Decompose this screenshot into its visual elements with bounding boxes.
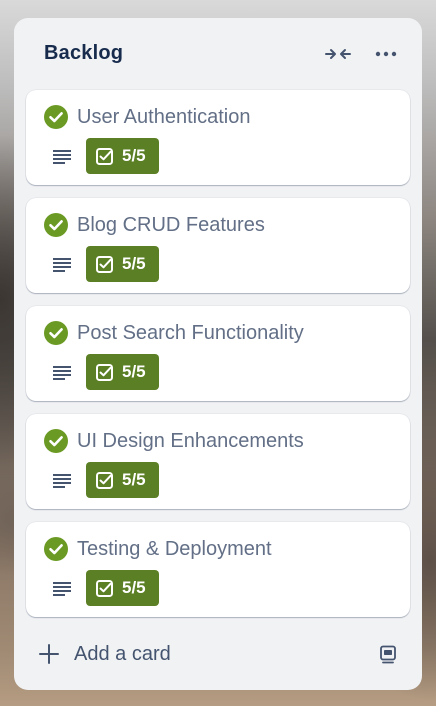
description-icon xyxy=(53,366,71,380)
complete-check-icon[interactable] xyxy=(44,321,68,345)
card-title: Blog CRUD Features xyxy=(77,214,265,236)
card[interactable]: Blog CRUD Features 5/5 xyxy=(26,198,410,293)
add-card-label: Add a card xyxy=(74,642,171,665)
checklist-icon xyxy=(96,471,113,489)
backlog-list: Backlog User Authentication 5/5 Blog CRUD … xyxy=(14,18,422,690)
card-title: Testing & Deployment xyxy=(77,538,272,560)
checklist-count: 5/5 xyxy=(122,470,146,489)
complete-check-icon[interactable] xyxy=(44,537,68,561)
checklist-badge: 5/5 xyxy=(86,246,159,282)
list-header: Backlog xyxy=(14,18,422,90)
description-icon xyxy=(53,258,71,272)
checklist-badge: 5/5 xyxy=(86,138,159,174)
checklist-count: 5/5 xyxy=(122,578,146,597)
checklist-count: 5/5 xyxy=(122,362,146,381)
description-icon xyxy=(53,582,71,596)
collapse-icon xyxy=(325,49,351,59)
checklist-badge: 5/5 xyxy=(86,570,159,606)
description-icon xyxy=(53,474,71,488)
card[interactable]: UI Design Enhancements 5/5 xyxy=(26,414,410,509)
collapse-list-button[interactable] xyxy=(322,38,354,70)
list-actions-button[interactable] xyxy=(370,38,402,70)
card-title: UI Design Enhancements xyxy=(77,430,304,452)
checklist-badge: 5/5 xyxy=(86,354,159,390)
plus-icon xyxy=(39,644,59,664)
checklist-icon xyxy=(96,579,113,597)
card[interactable]: Post Search Functionality 5/5 xyxy=(26,306,410,401)
card-title: Post Search Functionality xyxy=(77,322,304,344)
complete-check-icon[interactable] xyxy=(44,105,68,129)
checklist-icon xyxy=(96,363,113,381)
card[interactable]: Testing & Deployment 5/5 xyxy=(26,522,410,617)
add-card-button[interactable]: Add a card xyxy=(30,634,330,674)
checklist-icon xyxy=(96,255,113,273)
card-title: User Authentication xyxy=(77,106,251,128)
checklist-badge: 5/5 xyxy=(86,462,159,498)
checklist-count: 5/5 xyxy=(122,146,146,165)
complete-check-icon[interactable] xyxy=(44,213,68,237)
checklist-icon xyxy=(96,147,113,165)
complete-check-icon[interactable] xyxy=(44,429,68,453)
card[interactable]: User Authentication 5/5 xyxy=(26,90,410,185)
list-footer: Add a card xyxy=(14,634,422,678)
list-title[interactable]: Backlog xyxy=(44,42,123,65)
card-template-icon xyxy=(380,645,396,664)
more-icon xyxy=(375,51,397,57)
description-icon xyxy=(53,150,71,164)
checklist-count: 5/5 xyxy=(122,254,146,273)
create-from-template-button[interactable] xyxy=(372,638,404,670)
